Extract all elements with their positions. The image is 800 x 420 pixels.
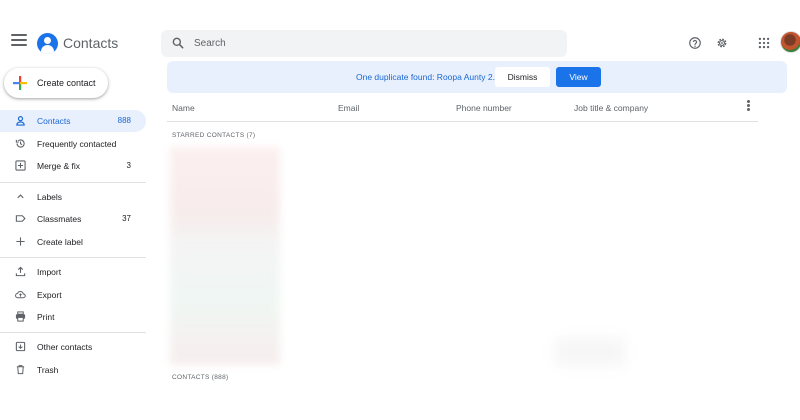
- create-contact-label: Create contact: [37, 78, 96, 88]
- sidebar-item-trash[interactable]: Trash: [0, 359, 146, 381]
- search-input[interactable]: [194, 34, 554, 53]
- apps-grid-icon[interactable]: [757, 36, 771, 50]
- sidebar-item-frequently-contacted[interactable]: Frequently contacted: [0, 133, 146, 155]
- blurred-contact-list: [170, 147, 280, 365]
- sidebar-item-merge-fix[interactable]: Merge & fix 3: [0, 155, 146, 177]
- column-header-email[interactable]: Email: [338, 103, 359, 113]
- banner-message: One duplicate found: Roopa Aunty 2.: [356, 72, 495, 82]
- sidebar-item-labels[interactable]: Labels: [0, 186, 146, 208]
- sidebar-item-label: Trash: [37, 365, 59, 375]
- menu-icon[interactable]: [11, 34, 27, 48]
- trash-icon: [16, 365, 25, 375]
- dismiss-button[interactable]: Dismiss: [495, 67, 550, 87]
- column-header-name[interactable]: Name: [172, 103, 195, 113]
- sidebar-item-label: Classmates: [37, 214, 82, 224]
- help-icon[interactable]: [688, 36, 702, 50]
- sidebar-item-label: Export: [37, 290, 62, 300]
- sidebar-item-create-label[interactable]: Create label: [0, 231, 146, 253]
- contacts-section-label: CONTACTS (888): [172, 374, 229, 381]
- history-icon: [15, 139, 25, 148]
- sidebar-item-label: Other contacts: [37, 342, 93, 352]
- header-divider: [167, 121, 758, 122]
- person-icon: [16, 116, 25, 126]
- search-icon[interactable]: [171, 36, 185, 50]
- other-contacts-icon: [15, 341, 26, 352]
- create-contact-button[interactable]: Create contact: [4, 68, 108, 98]
- sidebar-item-count: 37: [122, 214, 131, 223]
- app-title[interactable]: Contacts: [63, 35, 118, 51]
- gear-icon[interactable]: [715, 36, 729, 50]
- label-icon: [15, 215, 26, 222]
- account-avatar[interactable]: [780, 31, 800, 53]
- sidebar-item-label: Import: [37, 267, 62, 277]
- sidebar-item-count: 888: [117, 116, 131, 125]
- contacts-logo-icon[interactable]: [37, 33, 58, 54]
- sidebar-item-export[interactable]: Export: [0, 284, 146, 306]
- cloud-upload-icon: [15, 290, 26, 299]
- sidebar-item-classmates[interactable]: Classmates 37: [0, 208, 146, 230]
- merge-fix-icon: [15, 160, 26, 171]
- sidebar-item-print[interactable]: Print: [0, 306, 146, 328]
- column-header-phone[interactable]: Phone number: [456, 103, 512, 113]
- blurred-contact-detail: [555, 338, 625, 366]
- sidebar-item-label: Merge & fix: [37, 161, 80, 171]
- search-bar[interactable]: [161, 30, 567, 57]
- sidebar-divider: [0, 332, 146, 333]
- import-icon: [15, 266, 26, 277]
- sidebar-item-contacts[interactable]: Contacts 888: [0, 110, 146, 132]
- plus-icon: [16, 237, 25, 246]
- sidebar-item-label: Create label: [37, 237, 83, 247]
- colorful-plus-icon: [13, 76, 27, 90]
- app-header: Contacts: [0, 0, 800, 62]
- sidebar-item-label: Print: [37, 312, 55, 322]
- starred-section-label: STARRED CONTACTS (7): [172, 132, 256, 139]
- column-header-job[interactable]: Job title & company: [574, 103, 648, 113]
- sidebar-item-label: Frequently contacted: [37, 139, 117, 149]
- sidebar-item-count: 3: [126, 161, 131, 170]
- printer-icon: [15, 311, 26, 322]
- sidebar-item-import[interactable]: Import: [0, 261, 146, 283]
- sidebar-item-label: Contacts: [37, 116, 71, 126]
- sidebar-divider: [0, 182, 146, 183]
- sidebar-item-other-contacts[interactable]: Other contacts: [0, 336, 146, 358]
- sidebar-divider: [0, 257, 146, 258]
- more-options-icon[interactable]: [745, 100, 751, 114]
- view-button[interactable]: View: [556, 67, 601, 87]
- chevron-up-icon: [17, 194, 24, 199]
- duplicate-banner: One duplicate found: Roopa Aunty 2. Dism…: [167, 61, 787, 93]
- sidebar-item-label: Labels: [37, 192, 63, 202]
